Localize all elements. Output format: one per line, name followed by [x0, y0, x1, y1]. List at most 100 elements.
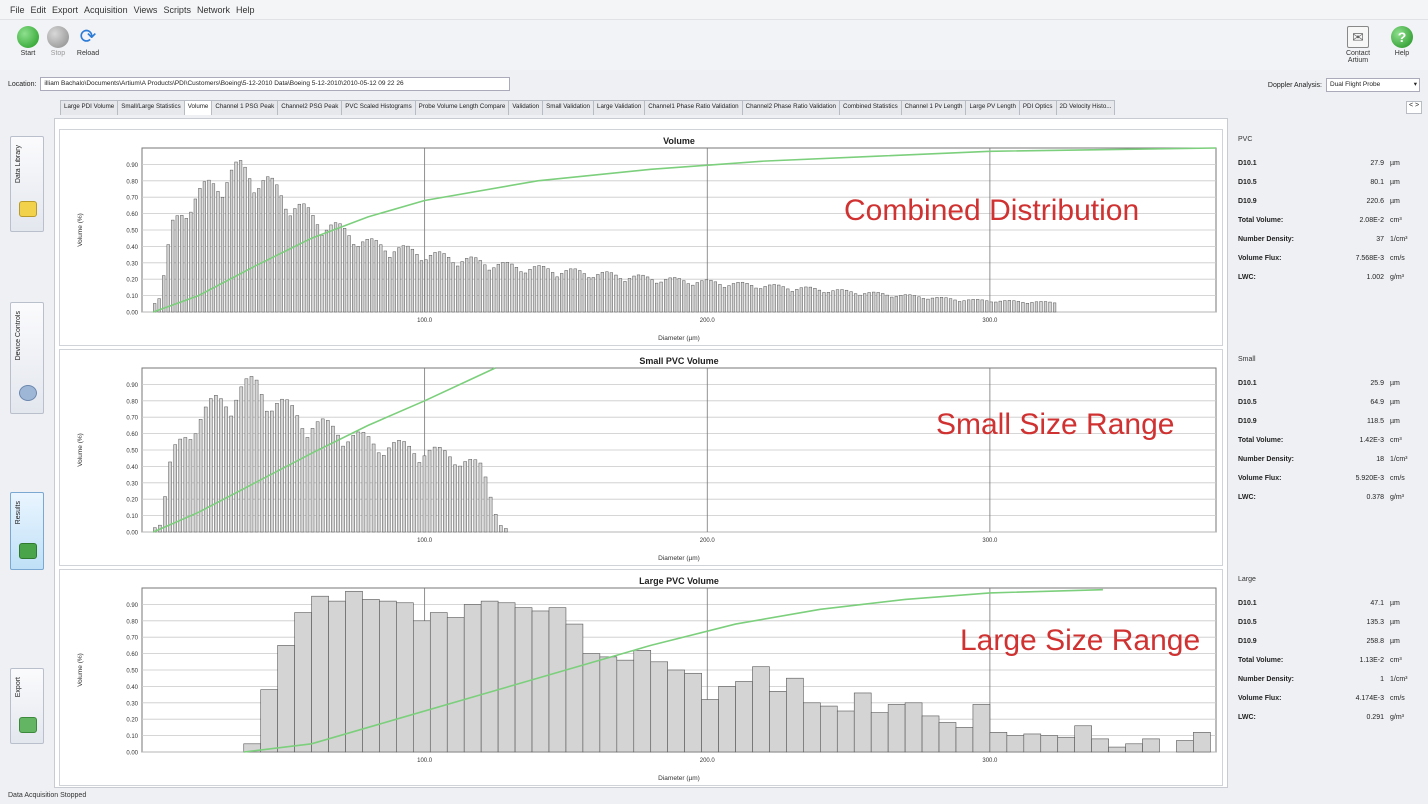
histogram-bar [297, 203, 301, 313]
stat-value: 18 [1376, 455, 1384, 463]
histogram-bar [260, 689, 278, 753]
tab-probe-volume-length-compare[interactable]: Probe Volume Length Compare [414, 100, 510, 115]
doppler-analysis: Doppler Analysis: Dual Flight Probe ▾ [1268, 78, 1420, 92]
histogram-bar [264, 410, 269, 533]
stop-icon [47, 26, 69, 48]
histogram-bar [587, 277, 591, 313]
histogram-bar [465, 258, 469, 313]
histogram-bar [305, 437, 310, 533]
histogram-bar [803, 702, 821, 753]
histogram-bar [356, 431, 361, 533]
menu-item-export[interactable]: Export [52, 5, 78, 15]
x-tick-label: 300.0 [982, 318, 998, 324]
start-button[interactable]: Start [14, 26, 42, 57]
tab-2d-velocity-histo-[interactable]: 2D Velocity Histo... [1055, 100, 1116, 115]
tab-channel2-psg-peak[interactable]: Channel2 PSG Peak [277, 100, 343, 115]
tab-validation[interactable]: Validation [508, 100, 544, 115]
histogram-bar [456, 265, 460, 313]
histogram-bar [573, 268, 577, 313]
histogram-bar [953, 299, 957, 313]
menu-item-views[interactable]: Views [134, 5, 158, 15]
stat-label: LWC: [1238, 713, 1256, 721]
contact-artium-button[interactable]: ✉ Contact Artium [1338, 26, 1378, 64]
histogram-bar [478, 260, 482, 313]
doppler-label: Doppler Analysis: [1267, 81, 1322, 89]
stat-value: 220.6 [1366, 197, 1384, 205]
y-tick-label: 0.10 [126, 294, 138, 300]
histogram-bar [636, 274, 641, 313]
tab-channel-1-psg-peak[interactable]: Channel 1 PSG Peak [211, 100, 279, 115]
stat-row: Number Density: 37 1/cm³ [1238, 230, 1416, 248]
histogram-bar [772, 284, 776, 313]
tab-scroll-button[interactable]: < > [1406, 101, 1422, 114]
sidenav-export[interactable]: Export [10, 668, 44, 744]
histogram-bar [427, 449, 432, 533]
x-tick-label: 200.0 [700, 538, 716, 544]
histogram-bar [668, 277, 672, 313]
histogram-bar [813, 287, 817, 313]
menu-item-scripts[interactable]: Scripts [163, 5, 191, 15]
reload-button[interactable]: ⟳ Reload [74, 26, 102, 57]
location-label: Location: [8, 80, 37, 88]
tab-combined-statistics[interactable]: Combined Statistics [838, 100, 902, 115]
histogram-bar [396, 602, 414, 753]
export-icon [19, 717, 37, 733]
help-button[interactable]: ? Help [1388, 26, 1416, 57]
histogram-bar [1012, 300, 1016, 313]
histogram-bar [162, 275, 166, 313]
sidenav-results[interactable]: Results [10, 492, 44, 570]
stat-unit: 1/cm³ [1390, 675, 1408, 683]
toolbar: Start Stop ⟳ Reload ✉ Contact Artium ? H… [0, 20, 1428, 70]
sidenav-device-controls[interactable]: Device Controls [10, 302, 44, 414]
stat-unit: µm [1390, 379, 1400, 387]
chart-panel-large: 0.00 0.10 0.20 0.30 0.40 0.50 0.60 0.70 0.80 0.90… [59, 569, 1223, 786]
small-pvc-volume-chart: 0.00 0.10 0.20 0.30 0.40 0.50 0.60 0.70 0.80 0.90… [77, 356, 1217, 562]
histogram-bar [460, 261, 464, 313]
histogram-bar [243, 166, 247, 313]
menu-item-acquisition[interactable]: Acquisition [84, 5, 128, 15]
stop-button[interactable]: Stop [44, 26, 72, 57]
histogram-bar [238, 160, 243, 313]
stat-value: 1.002 [1366, 273, 1384, 281]
results-area: 0.00 0.10 0.20 0.30 0.40 0.50 0.60 0.70 0.80 0.90… [54, 118, 1228, 788]
doppler-select[interactable]: Dual Flight Probe ▾ [1326, 78, 1420, 92]
chart-panel-small: 0.00 0.10 0.20 0.30 0.40 0.50 0.60 0.70 0.80 0.90… [59, 349, 1223, 566]
histogram-bar [972, 704, 991, 753]
menu-item-edit[interactable]: Edit [31, 5, 47, 15]
histogram-bar [1048, 301, 1052, 313]
sidenav-data-library[interactable]: Data Library [10, 136, 44, 232]
menu-item-file[interactable]: File [10, 5, 25, 15]
menu-item-network[interactable]: Network [197, 5, 230, 15]
tab-large-validation[interactable]: Large Validation [593, 100, 646, 115]
histogram-bar [351, 435, 356, 533]
histogram-bar [388, 256, 392, 313]
location-field[interactable]: illiam Bachalo\Documents\Artium\A Produc… [40, 77, 511, 91]
chart-panel-volume: 0.00 0.10 0.20 0.30 0.40 0.50 0.60 0.70 0.80 0.90… [59, 129, 1223, 346]
menu-item-help[interactable]: Help [236, 5, 255, 15]
tab-channel1-phase-ratio-validation[interactable]: Channel1 Phase Ratio Validation [644, 100, 743, 115]
histogram-bar [618, 278, 623, 313]
tab-channel-1-pv-length[interactable]: Channel 1 Pv Length [900, 100, 967, 115]
stat-value: 135.3 [1366, 618, 1384, 626]
histogram-bar [428, 254, 433, 313]
tab-volume[interactable]: Volume [183, 100, 213, 115]
histogram-bar [320, 418, 325, 533]
histogram-bar [849, 291, 853, 313]
help-label: Help [1394, 50, 1410, 57]
tab-channel2-phase-ratio-validation[interactable]: Channel2 Phase Ratio Validation [741, 100, 840, 115]
tab-pdi-optics[interactable]: PDI Optics [1018, 100, 1057, 115]
tab-small-large-statistics[interactable]: Small/Large Statistics [117, 100, 185, 115]
tab-large-pv-length[interactable]: Large PV Length [965, 100, 1020, 115]
tab-large-pdi-volume[interactable]: Large PDI Volume [60, 100, 119, 115]
tab-pvc-scaled-histograms[interactable]: PVC Scaled Histograms [341, 100, 416, 115]
histogram-bar [799, 287, 803, 313]
stats-pvc: PVC D10.1 27.9 µm D10.5 80.1 µm D10.9 220.6 µm Tot… [1232, 128, 1420, 345]
stat-value: 2.08E-2 [1359, 216, 1384, 224]
tab-small-validation[interactable]: Small Validation [542, 100, 594, 115]
histogram-bar [361, 241, 365, 313]
histogram-bar [424, 259, 428, 313]
stat-row: D10.1 27.9 µm [1238, 154, 1416, 172]
stat-label: Volume Flux: [1238, 694, 1282, 702]
chart-title: Volume [663, 136, 695, 146]
stat-unit: g/m³ [1390, 493, 1404, 501]
